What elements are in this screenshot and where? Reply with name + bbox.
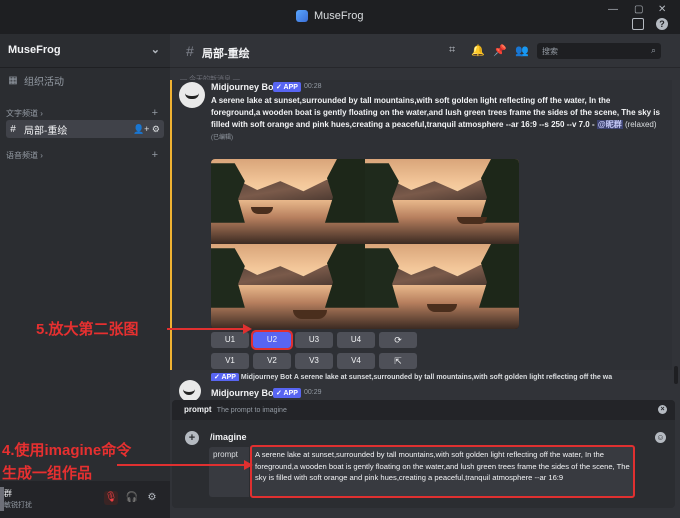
user-status: 敏锐打扰 bbox=[4, 502, 32, 509]
discord-window: MuseFrog — ▢ ✕ ? MuseFrog ⌄ ▦ 组织活动 文字频道 … bbox=[0, 0, 680, 518]
close-window-button[interactable]: ✕ bbox=[658, 4, 666, 15]
help-icon[interactable]: ? bbox=[656, 18, 668, 30]
channel-settings-icons[interactable]: 👤+ ⚙ bbox=[133, 124, 160, 135]
annotation-step4-line2: 生成一组作品 bbox=[2, 465, 93, 482]
search-icon: ⌕ bbox=[650, 45, 656, 55]
close-icon[interactable]: × bbox=[658, 405, 667, 414]
sidebar-item-label: 组织活动 bbox=[24, 76, 64, 88]
app-badge: ✓ APP bbox=[211, 373, 239, 381]
maximize-button[interactable]: ▢ bbox=[634, 4, 643, 15]
annotation-step4-line1: 4.使用imagine命令 bbox=[2, 442, 132, 459]
u4-button[interactable]: U4 bbox=[337, 332, 375, 348]
add-attachment-icon[interactable]: + bbox=[185, 431, 199, 445]
variation-button-row: V1 V2 V3 V4 ⇱ bbox=[211, 353, 417, 369]
user-panel: 群 敏锐打扰 🎙 🎧 ⚙ bbox=[0, 481, 170, 518]
server-header[interactable]: MuseFrog ⌄ bbox=[0, 34, 170, 68]
sidebar-item-label: 局部-重绘 bbox=[24, 125, 68, 137]
pin-icon[interactable]: 📌 bbox=[493, 44, 507, 57]
reroll-button[interactable]: ⟳ bbox=[379, 332, 417, 348]
chevron-right-icon: › bbox=[38, 150, 43, 160]
prompt-text: A serene lake at sunset,surrounded by ta… bbox=[211, 96, 660, 129]
reply-reference[interactable]: ✓ APP Midjourney Bot A serene lake at su… bbox=[211, 373, 676, 381]
user-name: 群 bbox=[4, 489, 12, 498]
reply-prompt-preview: A serene lake at sunset,surrounded by ta… bbox=[293, 374, 613, 381]
app-title-group: MuseFrog bbox=[296, 10, 364, 22]
gear-icon[interactable]: ⚙ bbox=[145, 491, 159, 505]
bot-name[interactable]: Midjourney Bot bbox=[211, 82, 277, 92]
threads-icon[interactable]: ⌗ bbox=[449, 44, 455, 57]
prompt-input[interactable]: A serene lake at sunset,surrounded by ta… bbox=[250, 445, 635, 498]
chevron-down-icon: ⌄ bbox=[150, 44, 160, 56]
app-badge: ✓ APP bbox=[273, 82, 301, 92]
app-logo-icon bbox=[296, 10, 308, 22]
app-title: MuseFrog bbox=[314, 10, 364, 22]
annotation-arrowhead-step4 bbox=[244, 460, 253, 470]
inbox-icon[interactable] bbox=[632, 18, 644, 30]
v2-button[interactable]: V2 bbox=[253, 353, 291, 369]
image-tile-4[interactable] bbox=[365, 244, 519, 329]
add-channel-icon[interactable]: + bbox=[152, 149, 158, 161]
category-voice-channels[interactable]: 语音频道 › + bbox=[6, 146, 164, 164]
headphones-icon[interactable]: 🎧 bbox=[125, 491, 139, 505]
mode-label: (relaxed) bbox=[624, 120, 657, 129]
message-timestamp: 00:29 bbox=[304, 389, 322, 396]
search-placeholder: 搜索 bbox=[542, 47, 558, 56]
message-content: A serene lake at sunset,surrounded by ta… bbox=[211, 95, 661, 144]
avatar[interactable] bbox=[179, 380, 201, 402]
u2-button[interactable]: U2 bbox=[251, 330, 293, 350]
slash-command-panel: prompt The prompt to imagine × + /imagin… bbox=[172, 400, 675, 508]
user-mention[interactable]: @昵群 bbox=[596, 120, 623, 129]
server-name: MuseFrog bbox=[8, 44, 61, 56]
calendar-icon: ▦ bbox=[8, 74, 18, 86]
channel-title: 局部-重绘 bbox=[202, 48, 250, 60]
upscale-button-row: U1 U2 U3 U4 ⟳ bbox=[211, 330, 417, 350]
chevron-right-icon: › bbox=[38, 108, 43, 118]
reply-author: Midjourney Bot bbox=[240, 374, 292, 381]
v1-button[interactable]: V1 bbox=[211, 353, 249, 369]
param-description: The prompt to imagine bbox=[216, 407, 287, 414]
u1-button[interactable]: U1 bbox=[211, 332, 249, 348]
bot-name[interactable]: Midjourney Bot bbox=[211, 388, 277, 398]
hash-icon: # bbox=[186, 43, 194, 59]
sidebar-item-events[interactable]: ▦ 组织活动 bbox=[6, 71, 164, 89]
image-tile-2[interactable] bbox=[365, 159, 519, 244]
category-label: 文字频道 bbox=[6, 108, 38, 118]
members-icon[interactable]: 👥 bbox=[515, 44, 529, 57]
message-timestamp: 00:28 bbox=[304, 83, 322, 90]
highlight-bar bbox=[170, 80, 172, 370]
edited-label: (已编辑) bbox=[211, 135, 233, 141]
hash-icon: # bbox=[10, 123, 16, 135]
add-channel-icon[interactable]: + bbox=[152, 107, 158, 119]
app-badge: ✓ APP bbox=[273, 388, 301, 398]
image-tile-3[interactable] bbox=[211, 244, 365, 329]
mute-microphone-icon[interactable]: 🎙 bbox=[104, 491, 118, 505]
avatar[interactable] bbox=[179, 82, 205, 108]
category-label: 语音频道 bbox=[6, 150, 38, 160]
command-name: /imagine bbox=[210, 432, 247, 442]
channel-header: # 局部-重绘 ⌗ 🔔 📌 👥 搜索 ⌕ bbox=[170, 34, 680, 68]
annotation-arrow-step4 bbox=[117, 464, 247, 466]
annotation-arrow-step5 bbox=[167, 328, 245, 330]
v3-button[interactable]: V3 bbox=[295, 353, 333, 369]
annotation-arrowhead-step5 bbox=[243, 324, 252, 334]
emoji-icon[interactable]: ☺ bbox=[655, 432, 666, 443]
command-option-hint: prompt The prompt to imagine × bbox=[172, 400, 675, 420]
param-name: prompt bbox=[184, 405, 212, 414]
image-tile-1[interactable] bbox=[211, 159, 365, 244]
v4-button[interactable]: V4 bbox=[337, 353, 375, 369]
minimize-button[interactable]: — bbox=[608, 4, 618, 15]
annotation-step5: 5.放大第二张图 bbox=[36, 321, 139, 338]
title-bar: MuseFrog — ▢ ✕ ? bbox=[0, 0, 680, 34]
search-input[interactable]: 搜索 ⌕ bbox=[537, 43, 661, 59]
bell-icon[interactable]: 🔔 bbox=[471, 44, 485, 57]
image-grid[interactable] bbox=[211, 159, 519, 329]
option-label: prompt bbox=[213, 450, 238, 459]
scrollbar[interactable] bbox=[674, 366, 678, 384]
open-web-button[interactable]: ⇱ bbox=[379, 353, 417, 369]
sidebar-item-inpaint-channel[interactable]: # 局部-重绘 👤+ ⚙ bbox=[6, 120, 164, 138]
u3-button[interactable]: U3 bbox=[295, 332, 333, 348]
